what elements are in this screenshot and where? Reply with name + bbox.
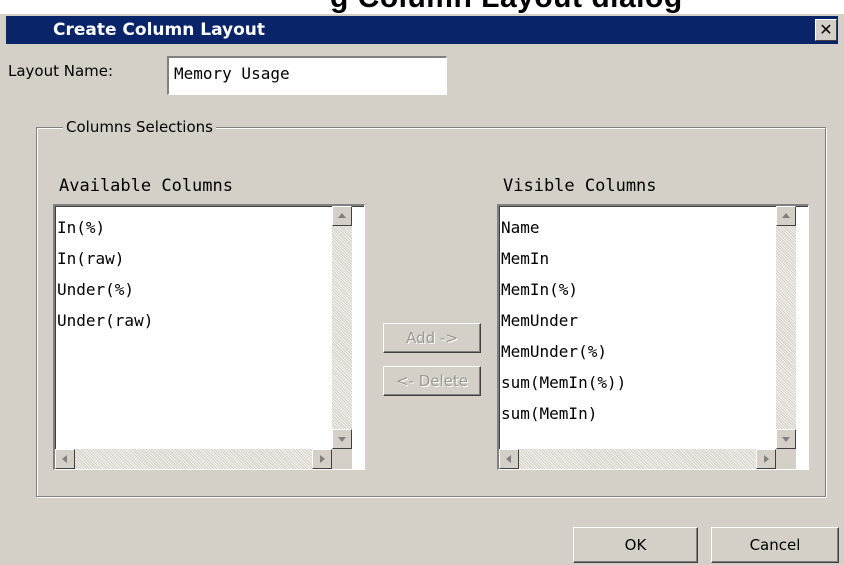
layout-name-input[interactable]: Memory Usage: [167, 56, 447, 95]
list-item[interactable]: sum(MemIn): [501, 398, 626, 429]
visible-vertical-scrollbar[interactable]: [776, 206, 796, 449]
list-item[interactable]: In(raw): [57, 243, 153, 274]
scroll-right-icon: [320, 455, 325, 463]
scroll-right-button[interactable]: [756, 449, 776, 469]
background-title-fragment: g Column Layout dialog: [330, 0, 683, 14]
scroll-down-button[interactable]: [332, 429, 352, 449]
background-window: g Column Layout dialog: [0, 0, 844, 14]
scroll-up-button[interactable]: [332, 206, 352, 226]
scroll-left-icon: [506, 455, 511, 463]
available-vertical-scrollbar[interactable]: [332, 206, 352, 449]
title-bar[interactable]: Create Column Layout ✕: [6, 16, 838, 44]
scroll-down-button[interactable]: [776, 429, 796, 449]
list-item[interactable]: Under(%): [57, 274, 153, 305]
available-columns-list[interactable]: In(%) In(raw) Under(%) Under(raw): [53, 204, 365, 470]
scroll-up-button[interactable]: [776, 206, 796, 226]
scroll-up-icon: [782, 213, 790, 218]
available-columns-heading: Available Columns: [59, 176, 233, 196]
list-item[interactable]: Name: [501, 212, 626, 243]
create-column-layout-dialog: Create Column Layout ✕ Layout Name: Memo…: [0, 14, 844, 565]
visible-horizontal-scrollbar[interactable]: [499, 449, 776, 469]
list-item[interactable]: MemIn: [501, 243, 626, 274]
list-item[interactable]: MemUnder: [501, 305, 626, 336]
layout-name-label: Layout Name:: [8, 62, 114, 80]
list-item[interactable]: MemUnder(%): [501, 336, 626, 367]
scrollbar-corner: [332, 449, 352, 469]
visible-columns-list[interactable]: Name MemIn MemIn(%) MemUnder MemUnder(%) sum(…: [497, 204, 809, 470]
list-item[interactable]: Under(raw): [57, 305, 153, 336]
visible-columns-heading: Visible Columns: [503, 176, 657, 196]
ok-button[interactable]: OK: [573, 527, 698, 563]
scroll-up-icon: [338, 213, 346, 218]
scroll-left-button[interactable]: [55, 449, 75, 469]
close-icon: ✕: [819, 20, 833, 39]
scroll-left-button[interactable]: [499, 449, 519, 469]
list-item[interactable]: In(%): [57, 212, 153, 243]
list-item[interactable]: sum(MemIn(%)): [501, 367, 626, 398]
delete-button[interactable]: <- Delete: [383, 366, 481, 396]
columns-selections-label: Columns Selections: [63, 118, 216, 136]
scroll-right-button[interactable]: [312, 449, 332, 469]
dialog-title: Create Column Layout: [53, 20, 266, 40]
scroll-right-icon: [764, 455, 769, 463]
list-item[interactable]: MemIn(%): [501, 274, 626, 305]
add-button[interactable]: Add ->: [383, 323, 481, 353]
close-button[interactable]: ✕: [815, 19, 837, 41]
available-horizontal-scrollbar[interactable]: [55, 449, 332, 469]
cancel-button[interactable]: Cancel: [711, 527, 839, 563]
scroll-down-icon: [338, 437, 346, 442]
scroll-left-icon: [62, 455, 67, 463]
scrollbar-corner: [776, 449, 796, 469]
scroll-down-icon: [782, 437, 790, 442]
